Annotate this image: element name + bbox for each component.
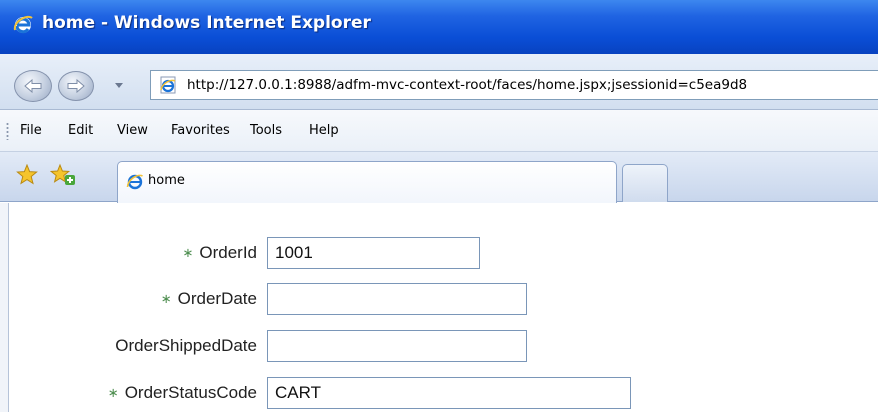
forward-button[interactable] — [58, 71, 94, 101]
new-tab-button[interactable] — [622, 164, 668, 202]
form-row-orderstatuscode: ∗ OrderStatusCode CART — [0, 374, 878, 410]
form-row-orderid: ∗ OrderId 1001 — [0, 234, 878, 270]
required-marker: ∗ — [160, 292, 172, 307]
menu-help[interactable]: Help — [309, 123, 339, 138]
menu-grip[interactable] — [6, 122, 9, 140]
orderid-input[interactable]: 1001 — [267, 237, 480, 269]
required-marker: ∗ — [107, 386, 119, 401]
internet-explorer-icon — [13, 15, 33, 34]
required-marker: ∗ — [182, 246, 194, 261]
menu-edit[interactable]: Edit — [68, 123, 93, 138]
page-content: ∗ OrderId 1001 ∗ OrderDate OrderShippedDat… — [0, 203, 878, 412]
tab-bar: home — [0, 152, 878, 203]
menu-bar: File Edit View Favorites Tools Help — [0, 110, 878, 152]
tab-home[interactable]: home — [117, 161, 617, 203]
orderstatuscode-label-text: OrderStatusCode — [124, 383, 257, 402]
orderdate-label: ∗ OrderDate — [161, 289, 257, 309]
ordershippeddate-label-text: OrderShippedDate — [115, 336, 257, 355]
recent-pages-dropdown-icon[interactable] — [113, 79, 125, 91]
page-icon — [160, 76, 176, 94]
orderdate-label-text: OrderDate — [177, 289, 257, 308]
orderstatuscode-label: ∗ OrderStatusCode — [108, 383, 257, 403]
orderstatuscode-input[interactable]: CART — [267, 377, 631, 409]
window-title: home - Windows Internet Explorer — [42, 13, 371, 33]
address-toolbar: http://127.0.0.1:8988/adfm-mvc-context-r… — [0, 54, 878, 110]
internet-explorer-icon — [126, 174, 143, 190]
orderid-label-text: OrderId — [199, 243, 257, 262]
favorites-star-icon[interactable] — [16, 164, 38, 186]
menu-favorites[interactable]: Favorites — [171, 123, 230, 138]
orderdate-input[interactable] — [267, 283, 527, 315]
back-button[interactable] — [14, 70, 52, 102]
back-arrow-icon — [24, 78, 42, 94]
address-field[interactable]: http://127.0.0.1:8988/adfm-mvc-context-r… — [150, 70, 878, 100]
add-favorite-icon[interactable] — [50, 163, 76, 187]
form-row-ordershippeddate: OrderShippedDate — [0, 327, 878, 363]
ordershippeddate-label: OrderShippedDate — [115, 336, 257, 356]
menu-tools[interactable]: Tools — [250, 123, 282, 138]
address-url: http://127.0.0.1:8988/adfm-mvc-context-r… — [187, 77, 748, 93]
tab-label: home — [148, 173, 185, 188]
forward-arrow-icon — [67, 78, 85, 94]
menu-file[interactable]: File — [20, 123, 42, 138]
ordershippeddate-input[interactable] — [267, 330, 527, 362]
orderid-label: ∗ OrderId — [182, 243, 257, 263]
menu-view[interactable]: View — [117, 123, 148, 138]
form-row-orderdate: ∗ OrderDate — [0, 280, 878, 316]
title-bar[interactable]: home - Windows Internet Explorer — [0, 0, 878, 54]
